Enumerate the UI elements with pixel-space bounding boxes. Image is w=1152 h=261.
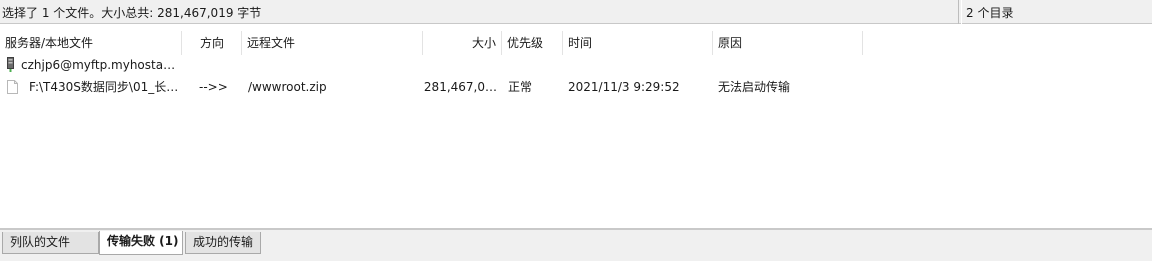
status-separator (958, 0, 959, 24)
tab-queued-files[interactable]: 列队的文件 (2, 232, 99, 254)
queue-item-time: 2021/11/3 9:29:52 (568, 80, 680, 94)
column-header-reason[interactable]: 原因 (713, 31, 863, 55)
queue-item-priority: 正常 (508, 80, 533, 94)
queue-item-direction: -->> (199, 80, 228, 94)
server-name: czhjp6@myftp.myhostad… (21, 58, 181, 72)
column-header-size[interactable]: 大小 (423, 31, 502, 55)
queue-item-remote-path: /wwwroot.zip (248, 80, 327, 94)
queue-item-reason: 无法启动传输 (718, 80, 791, 94)
column-header-priority[interactable]: 优先级 (502, 31, 563, 55)
file-icon (7, 80, 18, 94)
tab-failed-transfers[interactable]: 传输失败 (1) (99, 231, 183, 255)
queue-tab-bar: 列队的文件 传输失败 (1) 成功的传输 (0, 230, 1152, 261)
queue-item-local-path: F:\T430S数据同步\01_长… (29, 80, 179, 94)
selection-status: 选择了 1 个文件。大小总共: 281,467,019 字节 (2, 6, 262, 20)
queue-item-row[interactable]: F:\T430S数据同步\01_长… -->> /wwwroot.zip 281… (0, 76, 1152, 98)
column-header-direction[interactable]: 方向 (182, 31, 242, 55)
server-icon (7, 57, 14, 72)
status-separator-highlight (961, 0, 962, 24)
directory-count-status: 2 个目录 (966, 6, 1014, 20)
column-header-remote-file[interactable]: 远程文件 (242, 31, 423, 55)
column-header-time[interactable]: 时间 (563, 31, 713, 55)
queue-server-row[interactable]: czhjp6@myftp.myhostad… (0, 54, 1152, 76)
status-bar: 选择了 1 个文件。大小总共: 281,467,019 字节 2 个目录 (0, 0, 1152, 24)
column-header-local-file[interactable]: 服务器/本地文件 (0, 31, 182, 55)
queue-column-headers: 服务器/本地文件 方向 远程文件 大小 优先级 时间 原因 (0, 31, 1152, 55)
spacer (0, 24, 1152, 31)
tab-successful-transfers[interactable]: 成功的传输 (185, 232, 261, 254)
queue-item-size: 281,467,0… (423, 80, 497, 94)
